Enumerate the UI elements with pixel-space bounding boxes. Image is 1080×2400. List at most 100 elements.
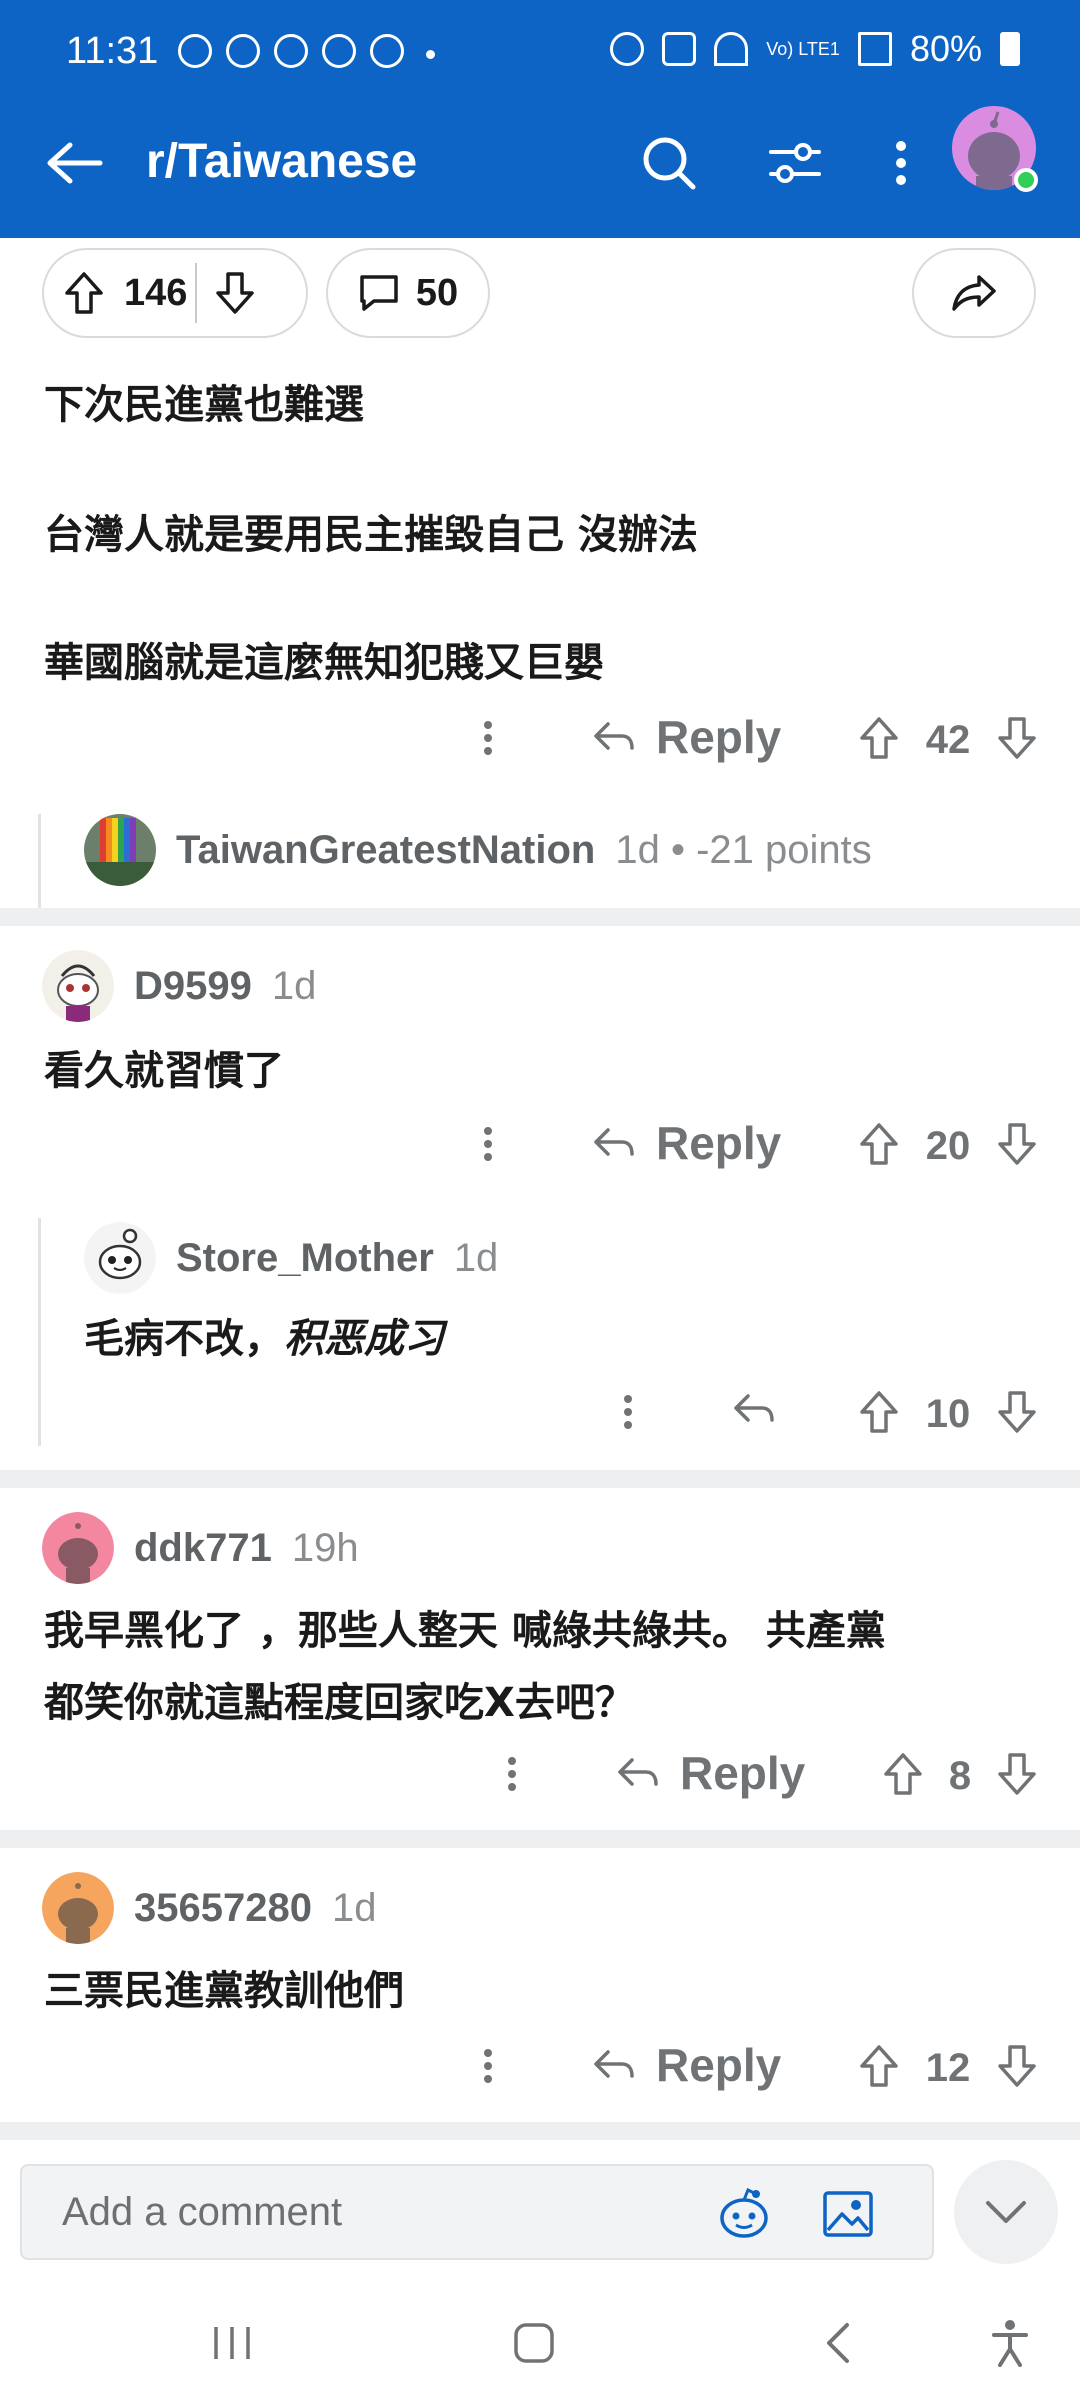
comment-text: 看久就習慣了	[44, 1048, 284, 1094]
downvote-arrow-icon	[998, 2045, 1036, 2087]
comment-username[interactable]: Store_Mother	[176, 1236, 434, 1281]
collapsed-comment[interactable]: TaiwanGreatestNation 1d • -21 points	[84, 814, 872, 886]
reply-arrow-icon	[594, 1128, 634, 1156]
downvote-button[interactable]	[992, 1744, 1042, 1804]
comment-text-line: 台灣人就是要用民主摧毀自己 沒辦法	[44, 512, 698, 558]
more-options-button[interactable]	[468, 708, 508, 768]
comment-username[interactable]: D9599	[134, 964, 252, 1009]
comment-text-line: 都笑你就這點程度回家吃X去吧？	[44, 1680, 635, 1726]
reply-button[interactable]: Reply	[592, 1116, 781, 1170]
online-status-dot	[1014, 168, 1038, 192]
downvote-button[interactable]	[992, 708, 1042, 768]
comment-separator	[0, 908, 1080, 926]
comment-text-line: 下次民進黨也難選	[44, 382, 364, 428]
downvote-arrow-icon	[216, 272, 255, 314]
downvote-button[interactable]	[205, 271, 265, 315]
comment-username[interactable]: ddk771	[134, 1526, 272, 1571]
more-options-button[interactable]	[608, 1382, 648, 1442]
user-avatar[interactable]	[42, 1512, 114, 1584]
add-comment-input[interactable]: Add a comment	[20, 2164, 934, 2260]
add-image-button[interactable]	[818, 2184, 878, 2244]
reply-label: Reply	[656, 2039, 782, 2091]
more-options-button[interactable]	[468, 1114, 508, 1174]
comment-actions: Reply 12	[0, 2036, 1080, 2106]
messenger-icon	[226, 34, 260, 68]
alarm-icon	[610, 32, 645, 66]
comment-text-line: 華國腦就是這麼無知犯賤又巨嬰	[44, 640, 604, 686]
upvote-button[interactable]	[878, 1744, 928, 1804]
sort-filter-button[interactable]	[760, 128, 830, 198]
facebook-icon	[370, 34, 404, 68]
back-arrow-icon	[47, 142, 103, 184]
comment-time: 1d	[453, 1235, 499, 1280]
comment-username[interactable]: 35657280	[134, 1886, 312, 1931]
reply-arrow-icon	[734, 1394, 774, 1422]
vertical-dots-icon	[508, 1757, 516, 1791]
upvote-button[interactable]	[854, 708, 904, 768]
snoo-avatar-icon	[42, 1872, 114, 1944]
mute-icon	[662, 32, 697, 66]
battery-icon	[1000, 32, 1020, 66]
home-button[interactable]	[494, 2308, 574, 2378]
more-options-button[interactable]	[492, 1744, 532, 1804]
comment-score: 10	[925, 1392, 971, 1436]
upvote-button[interactable]	[854, 2036, 904, 2096]
search-button[interactable]	[634, 128, 704, 198]
snoo-avatar-icon	[42, 950, 114, 1022]
subreddit-title[interactable]: r/Taiwanese	[146, 134, 417, 189]
comments-button[interactable]: 50	[326, 248, 490, 338]
comment-text: 毛病不改，积恶成习	[84, 1306, 444, 1364]
back-nav-button[interactable]	[798, 2308, 878, 2378]
comment-meta: 1d • -21 points	[615, 827, 872, 872]
notification-icons	[178, 34, 404, 68]
reply-button[interactable]: Reply	[592, 710, 781, 764]
share-arrow-icon	[952, 275, 996, 311]
comment-actions: Reply 8	[0, 1744, 1080, 1814]
downvote-button[interactable]	[992, 1382, 1042, 1442]
downvote-button[interactable]	[992, 2036, 1042, 2096]
comment-actions: Reply 42	[0, 708, 1080, 778]
comment-time: 1d	[271, 963, 317, 1008]
upvote-button[interactable]	[854, 1114, 904, 1174]
comment-separator	[0, 1830, 1080, 1848]
vertical-dots-icon	[484, 1127, 492, 1161]
status-bar: 11:31 Vo) LTE1 80%	[0, 0, 1080, 110]
reply-label: Reply	[656, 711, 782, 763]
downvote-arrow-icon	[998, 717, 1036, 759]
back-button[interactable]	[40, 128, 110, 198]
snoo-emoji-button[interactable]	[714, 2184, 774, 2244]
upvote-button[interactable]	[44, 271, 124, 315]
collapse-button[interactable]	[954, 2160, 1058, 2264]
reply-button[interactable]: Reply	[592, 2038, 781, 2092]
upvote-button[interactable]	[854, 1382, 904, 1442]
instagram-icon	[178, 34, 212, 68]
reply-button[interactable]: Reply	[616, 1746, 805, 1800]
comment-text-normal: 毛病不改，	[84, 1316, 284, 1362]
user-avatar[interactable]	[84, 1222, 156, 1294]
status-time: 11:31	[66, 30, 159, 72]
comment-username[interactable]: TaiwanGreatestNation	[176, 828, 595, 873]
vote-control: 146	[42, 248, 308, 338]
share-button[interactable]	[912, 248, 1036, 338]
overflow-menu-button[interactable]	[866, 128, 936, 198]
more-options-button[interactable]	[468, 2036, 508, 2096]
vertical-dots-icon	[484, 2049, 492, 2083]
upvote-arrow-icon	[65, 272, 103, 314]
reply-arrow-icon	[594, 2050, 634, 2078]
comment-header: Store_Mother 1d	[84, 1222, 498, 1294]
user-avatar[interactable]	[42, 950, 114, 1022]
reply-arrow-icon	[594, 722, 634, 750]
user-avatar[interactable]	[42, 1872, 114, 1944]
downvote-arrow-icon	[998, 1391, 1036, 1433]
downvote-button[interactable]	[992, 1114, 1042, 1174]
recent-apps-button[interactable]	[192, 2308, 272, 2378]
battery-percent: 80%	[909, 28, 982, 69]
snoo-avatar-icon	[42, 1512, 114, 1584]
post-action-bar: 146 50	[0, 248, 1080, 344]
comment-header: ddk771 19h	[42, 1512, 359, 1584]
reply-button[interactable]	[732, 1392, 774, 1426]
comment-actions: 10	[0, 1382, 1080, 1452]
upvote-arrow-icon	[860, 1391, 898, 1433]
accessibility-icon	[992, 2320, 1028, 2367]
accessibility-button[interactable]	[970, 2308, 1050, 2378]
